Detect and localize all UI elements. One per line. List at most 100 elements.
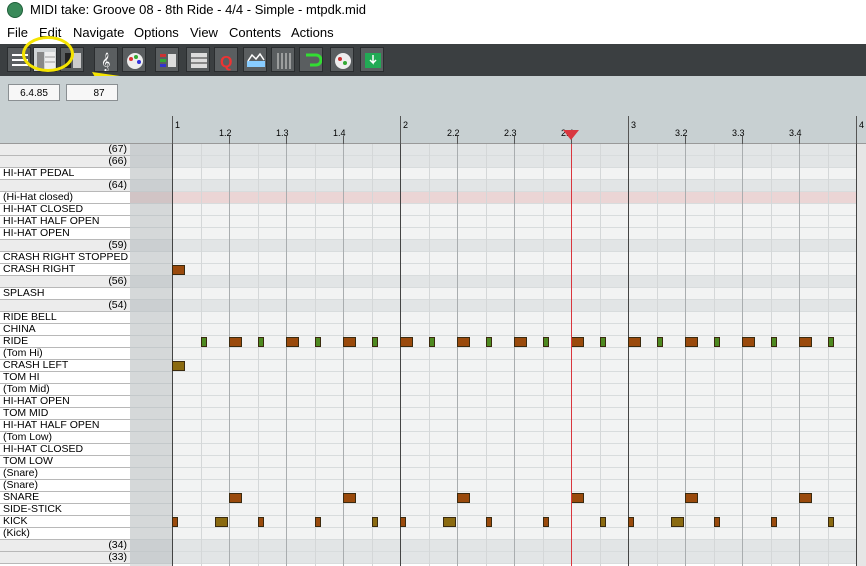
menu-actions[interactable]: Actions [291, 25, 334, 40]
midi-note[interactable] [371, 337, 378, 347]
note-lane[interactable] [130, 288, 866, 300]
note-lane[interactable] [130, 192, 866, 204]
midi-note[interactable] [200, 337, 207, 347]
note-lane[interactable] [130, 312, 866, 324]
insert-note-button[interactable] [360, 47, 384, 72]
note-lane[interactable] [130, 348, 866, 360]
note-lane[interactable] [130, 516, 866, 528]
midi-note[interactable] [542, 517, 549, 527]
note-name-row[interactable]: CHINA [0, 324, 130, 336]
note-lane[interactable] [130, 456, 866, 468]
note-lane[interactable] [130, 372, 866, 384]
midi-note[interactable] [713, 517, 720, 527]
midi-note[interactable] [442, 517, 456, 527]
note-lane[interactable] [130, 168, 866, 180]
midi-note[interactable] [827, 337, 834, 347]
note-lane[interactable] [130, 228, 866, 240]
note-name-row[interactable]: HI-HAT CLOSED [0, 204, 130, 216]
note-lane[interactable] [130, 180, 866, 192]
note-name-row[interactable]: CRASH RIGHT [0, 264, 130, 276]
note-lane[interactable] [130, 324, 866, 336]
note-name-row[interactable]: (Kick) [0, 528, 130, 540]
midi-note[interactable] [599, 337, 606, 347]
loop-button[interactable] [299, 47, 323, 72]
step-input-button[interactable] [330, 47, 354, 72]
note-name-row[interactable]: RIDE [0, 336, 130, 348]
midi-note[interactable] [599, 517, 606, 527]
note-name-row[interactable]: CRASH RIGHT STOPPED [0, 252, 130, 264]
note-name-row[interactable]: (54) [0, 300, 130, 312]
midi-note[interactable] [656, 337, 663, 347]
midi-note[interactable] [314, 337, 321, 347]
menu-contents[interactable]: Contents [229, 25, 281, 40]
note-lane[interactable] [130, 432, 866, 444]
note-name-row[interactable]: (Hi-Hat closed) [0, 192, 130, 204]
playhead-marker-icon[interactable] [563, 130, 579, 140]
note-lane[interactable] [130, 528, 866, 540]
menu-navigate[interactable]: Navigate [73, 25, 124, 40]
midi-note[interactable] [400, 337, 413, 347]
midi-note-grid[interactable] [130, 144, 866, 566]
midi-note[interactable] [685, 493, 698, 503]
note-lane[interactable] [130, 396, 866, 408]
midi-note[interactable] [457, 493, 470, 503]
timeline-ruler[interactable]: 1 1.2 1.3 1.4 2 2.2 2.3 2.4 3 3.2 3.3 3.4 4 [0, 114, 866, 144]
midi-note[interactable] [799, 337, 812, 347]
midi-note[interactable] [770, 337, 777, 347]
midi-note[interactable] [314, 517, 321, 527]
note-name-row[interactable]: (Snare) [0, 480, 130, 492]
event-properties-button[interactable] [243, 47, 267, 72]
note-lane[interactable] [130, 216, 866, 228]
menu-options[interactable]: Options [134, 25, 179, 40]
midi-note[interactable] [542, 337, 549, 347]
note-lane[interactable] [130, 504, 866, 516]
midi-note[interactable] [229, 493, 242, 503]
note-lane[interactable] [130, 156, 866, 168]
midi-note[interactable] [571, 337, 584, 347]
note-lane[interactable] [130, 420, 866, 432]
midi-note[interactable] [571, 493, 584, 503]
note-name-row[interactable]: (66) [0, 156, 130, 168]
midi-note[interactable] [713, 337, 720, 347]
note-name-row[interactable]: (59) [0, 240, 130, 252]
note-name-row[interactable]: (Snare) [0, 468, 130, 480]
note-lane[interactable] [130, 252, 866, 264]
midi-note[interactable] [685, 337, 698, 347]
midi-note[interactable] [286, 337, 299, 347]
note-name-row[interactable]: CRASH LEFT [0, 360, 130, 372]
midi-note[interactable] [628, 337, 641, 347]
note-name-row[interactable]: (Tom Hi) [0, 348, 130, 360]
midi-note[interactable] [343, 337, 356, 347]
midi-note[interactable] [371, 517, 378, 527]
midi-note[interactable] [485, 517, 492, 527]
midi-note[interactable] [827, 517, 834, 527]
note-name-row[interactable]: (Tom Low) [0, 432, 130, 444]
midi-note[interactable] [428, 337, 435, 347]
note-lane[interactable] [130, 276, 866, 288]
midi-note[interactable] [172, 361, 185, 371]
note-lane[interactable] [130, 144, 866, 156]
length-field[interactable]: 87 [66, 84, 118, 101]
note-lane[interactable] [130, 540, 866, 552]
midi-note[interactable] [514, 337, 527, 347]
note-name-row[interactable]: (Tom Mid) [0, 384, 130, 396]
note-name-row[interactable]: HI-HAT PEDAL [0, 168, 130, 180]
note-name-row[interactable]: (34) [0, 540, 130, 552]
midi-note[interactable] [343, 493, 356, 503]
midi-note[interactable] [172, 517, 178, 527]
vertical-scrollbar[interactable] [857, 144, 866, 566]
note-lane[interactable] [130, 444, 866, 456]
note-name-row[interactable]: HI-HAT OPEN [0, 396, 130, 408]
velocity-color-button[interactable] [155, 47, 179, 72]
midi-note[interactable] [670, 517, 684, 527]
note-name-row[interactable]: HI-HAT HALF OPEN [0, 420, 130, 432]
color-palette-button[interactable] [122, 47, 146, 72]
note-lane[interactable] [130, 468, 866, 480]
note-lane[interactable] [130, 204, 866, 216]
note-name-row[interactable]: SPLASH [0, 288, 130, 300]
note-name-row[interactable]: HI-HAT OPEN [0, 228, 130, 240]
note-lane[interactable] [130, 480, 866, 492]
note-name-row[interactable]: TOM LOW [0, 456, 130, 468]
grid-lines-button[interactable] [271, 47, 295, 72]
midi-note[interactable] [257, 517, 264, 527]
